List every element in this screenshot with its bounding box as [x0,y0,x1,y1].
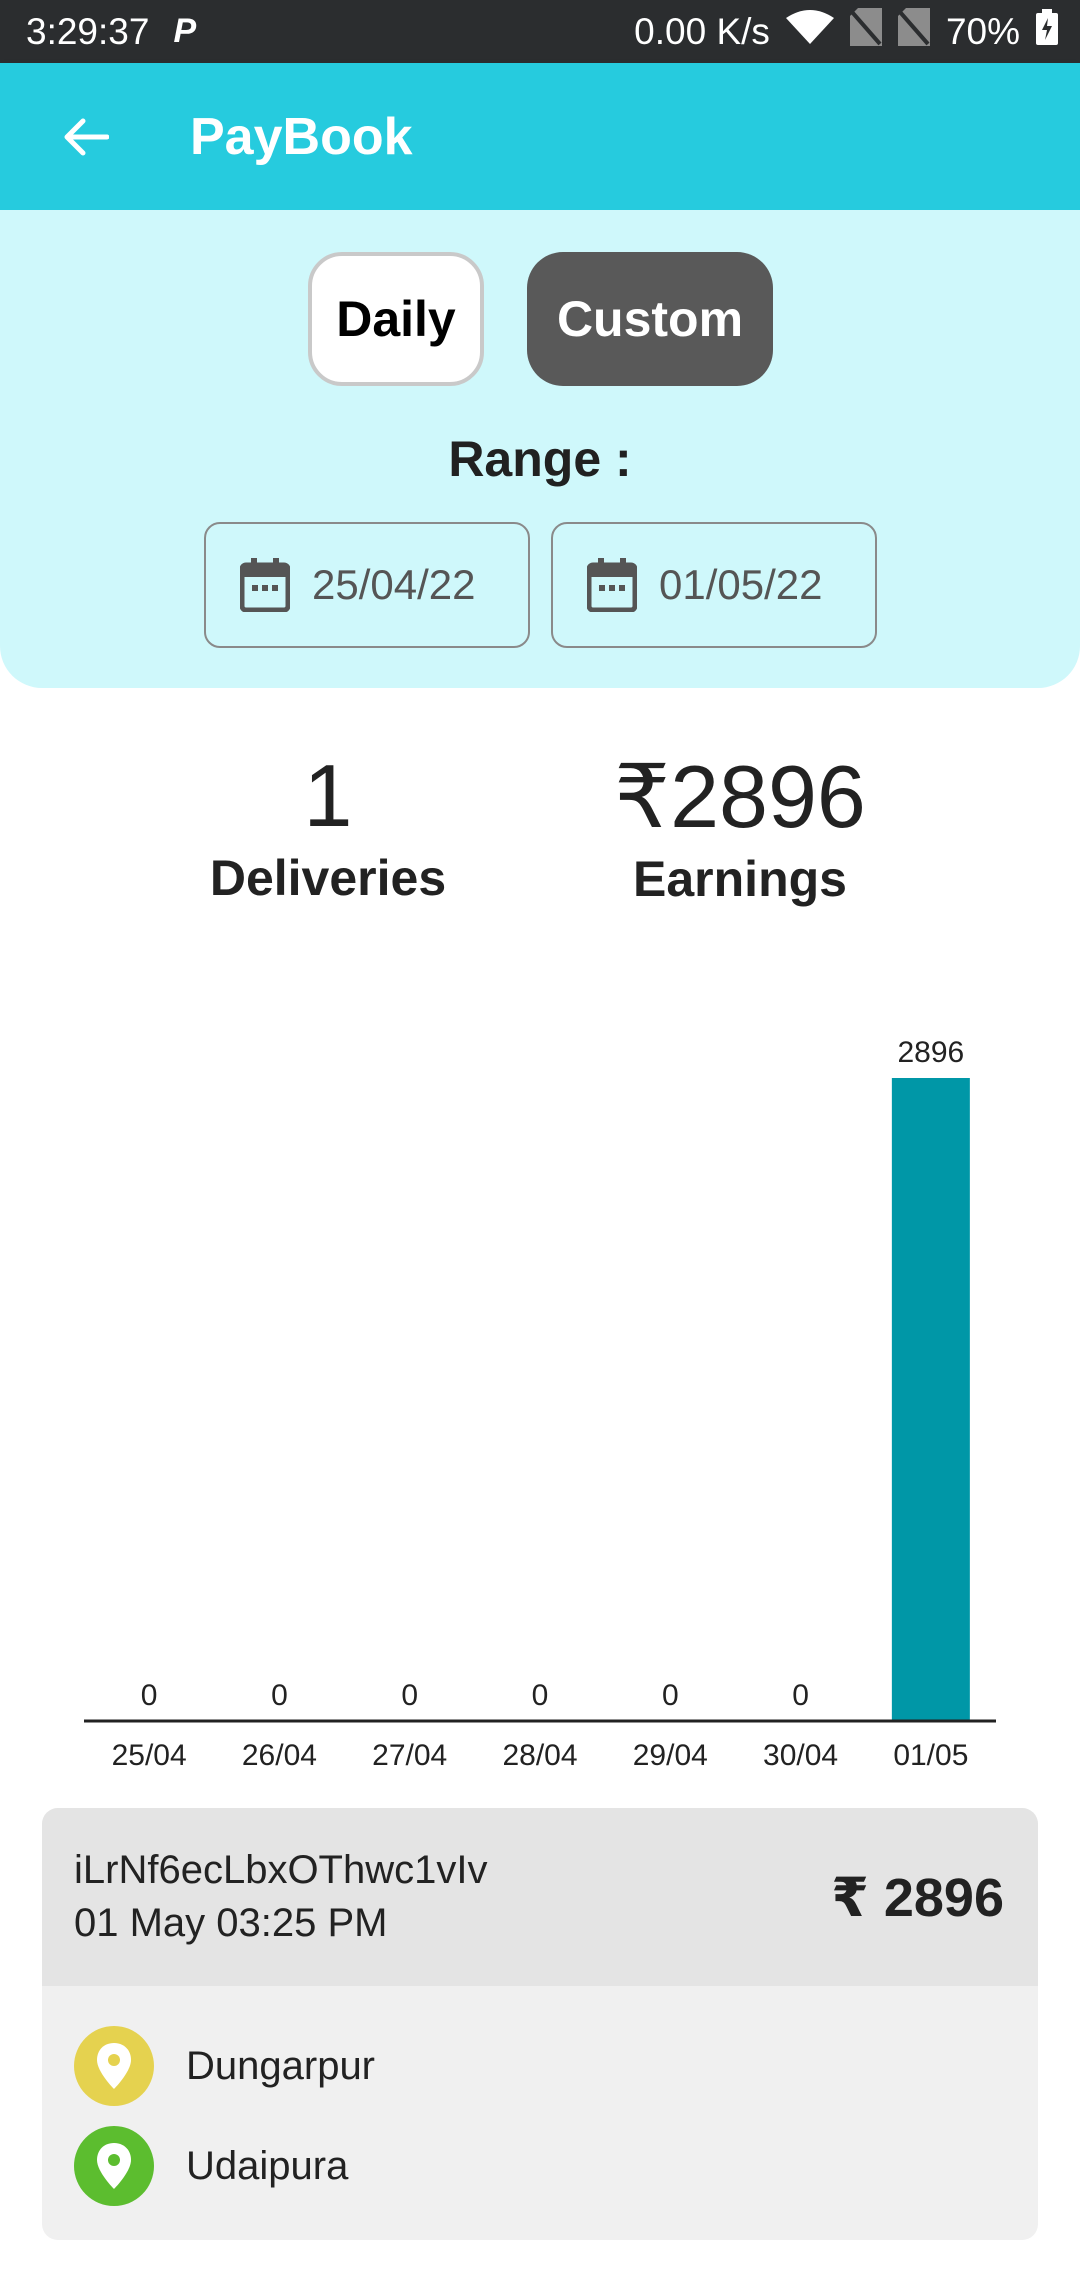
pickup-location-name: Dungarpur [186,2043,376,2088]
deliveries-stat: 1 Deliveries [170,745,486,907]
pickup-location-icon [74,2026,154,2106]
deliveries-label: Deliveries [209,850,447,906]
drop-location-name: Udaipura [186,2143,349,2188]
transaction-datetime: 01 May 03:25 PM [74,1901,388,1945]
drop-row: Udaipura [74,2116,1038,2216]
sim-off-icon-2 [897,8,930,55]
chart-data-label: 0 [401,1679,418,1712]
status-bar: 3:29:37 P 0.00 K/s 70% [0,0,1080,63]
transaction-amount: ₹ 2896 [831,1867,1004,1928]
transaction-header: iLrNf6ecLbxOThwc1vIv 01 May 03:25 PM ₹ 2… [42,1808,1038,1986]
transaction-info: iLrNf6ecLbxOThwc1vIv 01 May 03:25 PM [74,1848,487,1946]
chart-x-tick-label: 25/04 [112,1739,187,1772]
chart-x-tick-label: 30/04 [763,1739,838,1772]
transaction-route: Dungarpur Udaipura [42,1986,1038,2216]
chart-data-label: 0 [271,1679,288,1712]
app-notification-icon: P [173,12,197,50]
chart-x-tick-label: 01/05 [893,1739,968,1772]
range-label: Range : [448,431,632,487]
chart-x-tick-label: 26/04 [242,1739,317,1772]
end-date-value: 01/05/22 [659,561,823,608]
custom-toggle-button[interactable]: Custom [527,252,773,386]
drop-location-icon [74,2126,154,2206]
daily-toggle-button[interactable]: Daily [308,252,484,386]
calendar-icon [587,558,637,612]
filter-panel: Daily Custom Range : 25/04/22 01/05/22 [0,210,1080,688]
earnings-stat: ₹2896 Earnings [580,745,900,908]
end-date-field[interactable]: 01/05/22 [551,522,877,648]
transaction-id: iLrNf6ecLbxOThwc1vIv [74,1848,488,1892]
chart-data-label: 0 [141,1679,158,1712]
pickup-row: Dungarpur [74,2016,1038,2116]
chart-data-label: 0 [532,1679,549,1712]
earnings-bar-chart: 0 25/04 0 26/04 0 27/04 0 28/04 0 29/04 0 30/04 2896… [84,1036,996,1772]
chart-data-label: 0 [662,1679,679,1712]
app-title: PayBook [190,107,413,166]
transaction-card[interactable]: iLrNf6ecLbxOThwc1vIv 01 May 03:25 PM ₹ 2… [42,1808,1038,2240]
chart-x-tick-label: 28/04 [502,1739,577,1772]
chart-bar [891,1078,970,1721]
back-button[interactable] [40,92,130,182]
chart-x-tick-label: 29/04 [633,1739,708,1772]
chart-data-label: 0 [792,1679,809,1712]
start-date-value: 25/04/22 [312,561,476,608]
battery-icon [1036,9,1058,54]
deliveries-count: 1 [303,746,353,845]
chart-data-label: 2896 [897,1036,964,1069]
status-time: 3:29:37 [26,10,150,52]
net-speed: 0.00 K/s [634,10,770,52]
earnings-amount: ₹2896 [614,747,866,846]
app-bar: PayBook [0,63,1080,210]
start-date-field[interactable]: 25/04/22 [204,522,530,648]
sim-off-icon [849,8,882,55]
battery-level: 70% [945,10,1020,52]
chart-x-tick-label: 27/04 [372,1739,447,1772]
wifi-icon [785,10,834,53]
arrow-left-icon [64,118,109,155]
calendar-icon [240,558,290,612]
earnings-label: Earnings [633,851,847,907]
